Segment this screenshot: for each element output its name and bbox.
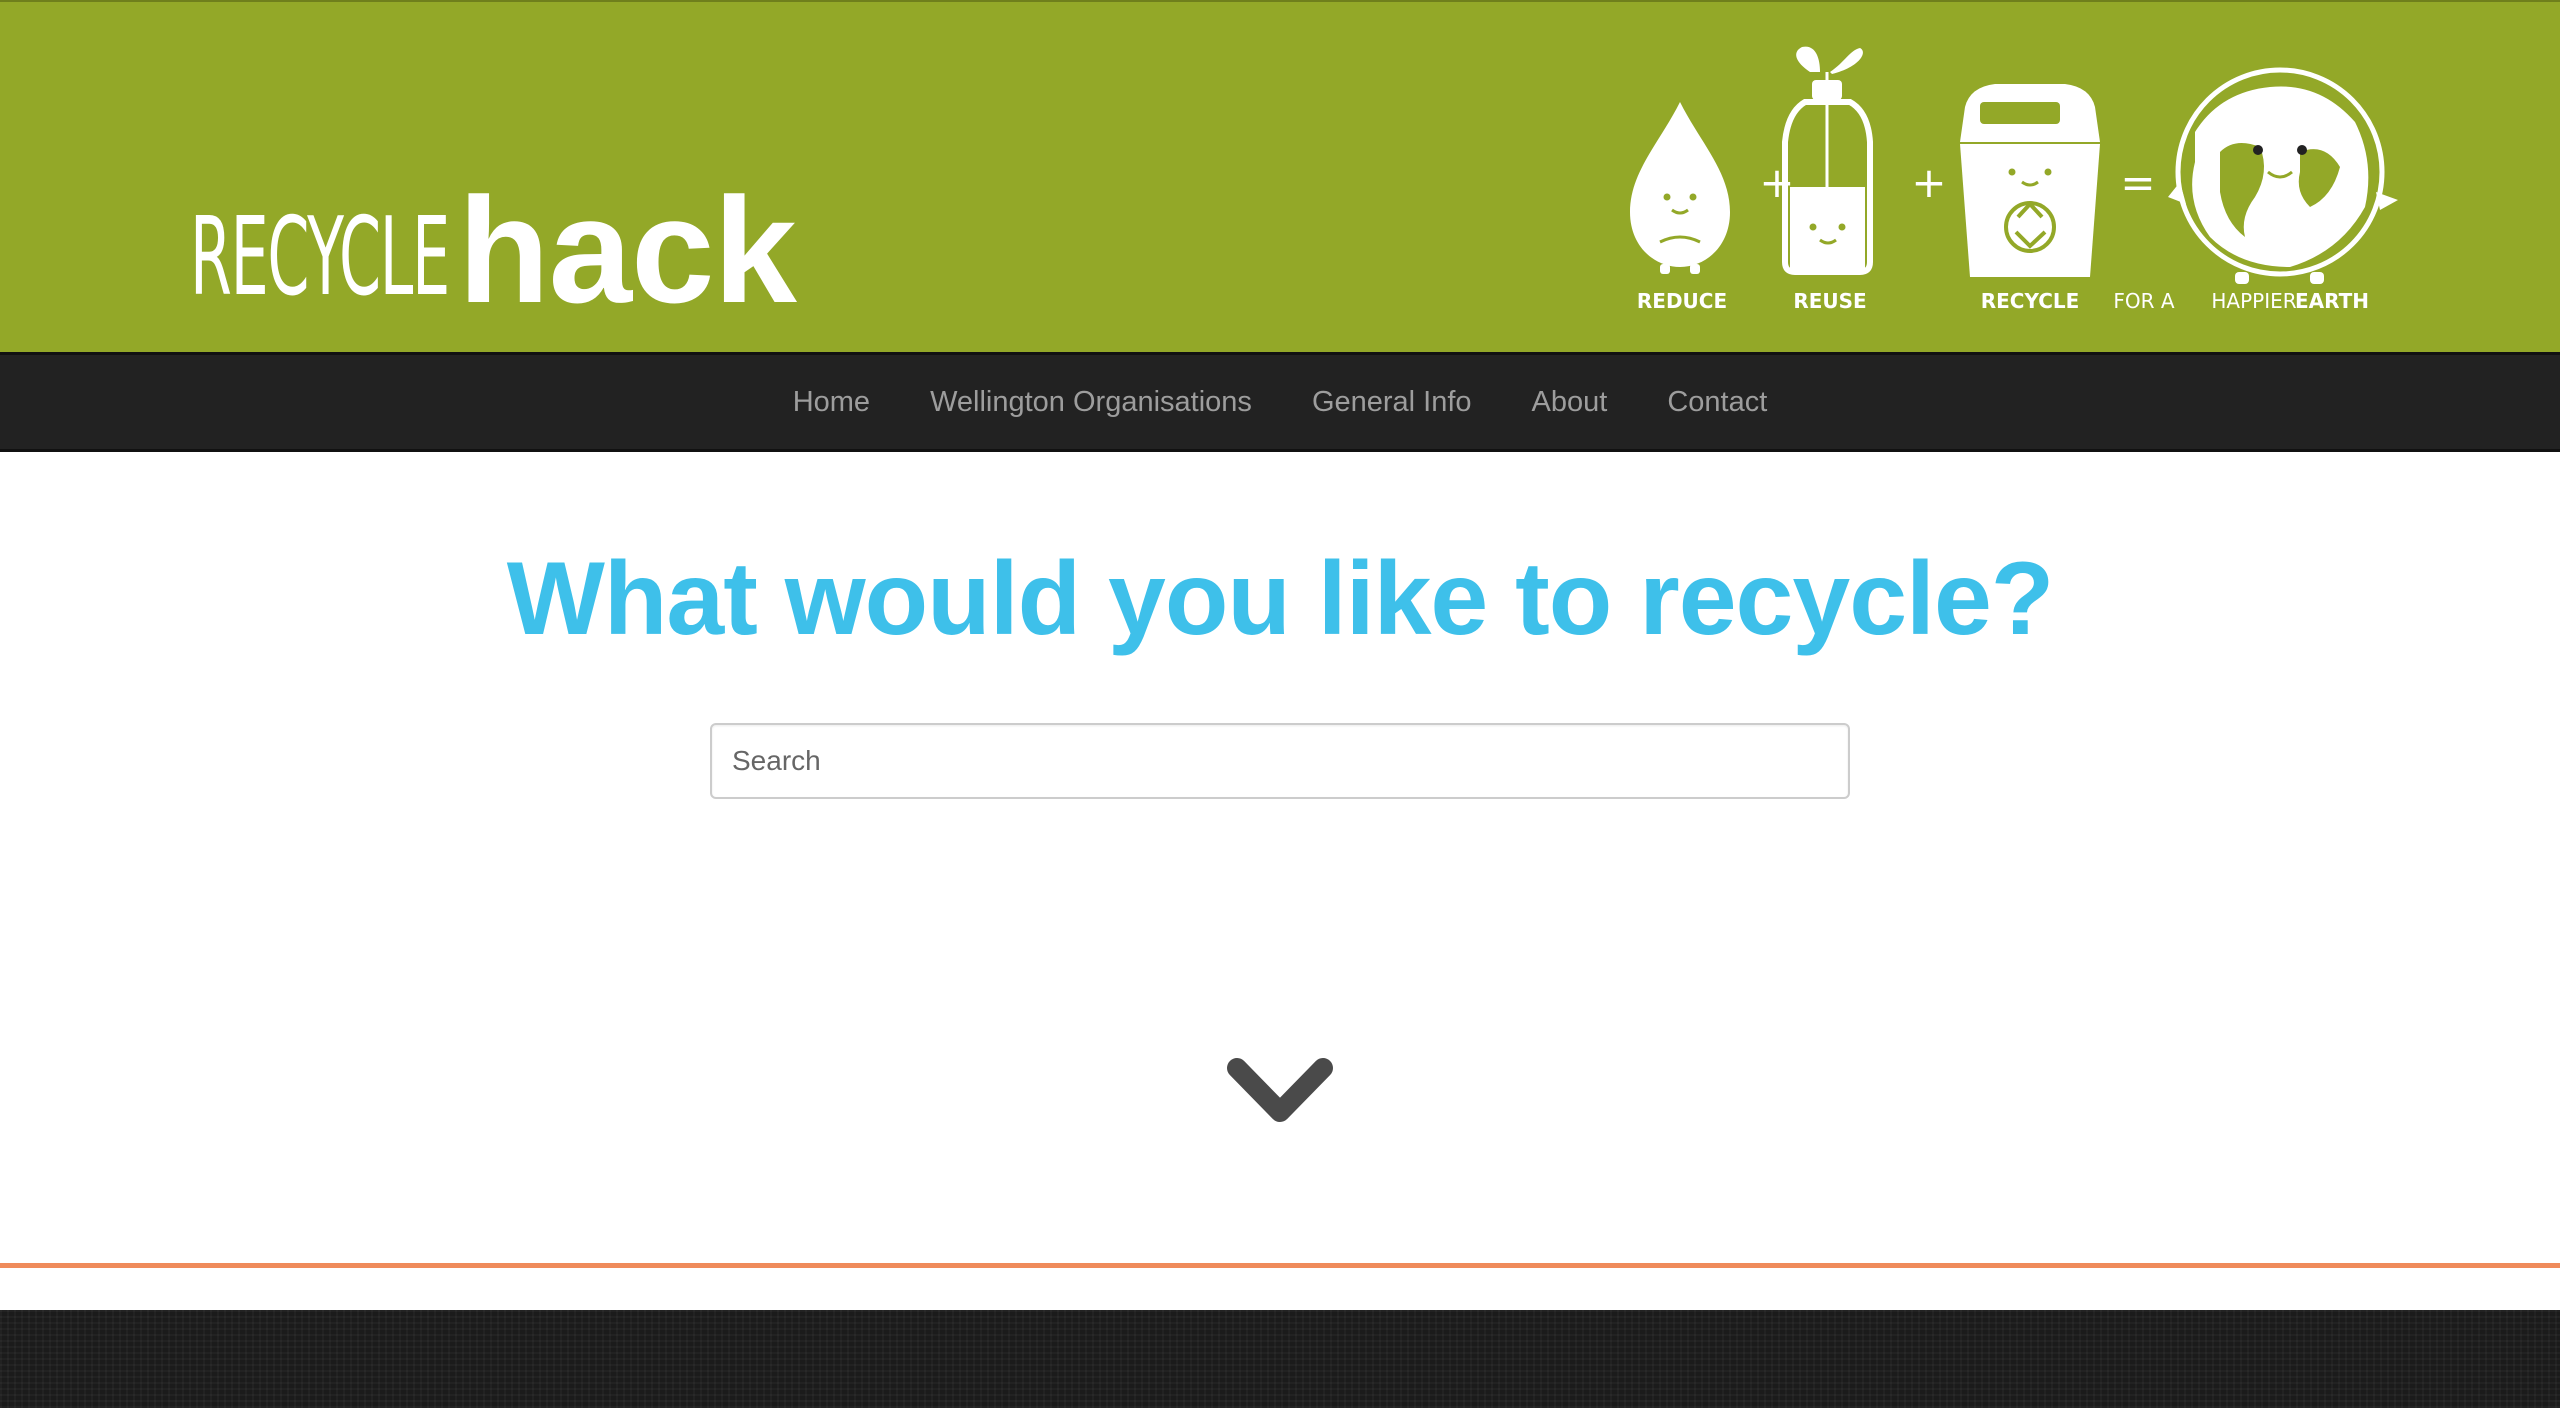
plus-sign-2: + <box>1911 158 1946 207</box>
nav-item-general-info[interactable]: General Info <box>1312 386 1472 419</box>
site-header: RECYCLE hack + + = REDUCE REUSE RECYCLE … <box>0 0 2560 352</box>
banner-recycle-label: RECYCLE <box>1981 289 2080 313</box>
nav-item-about[interactable]: About <box>1532 386 1608 419</box>
plus-sign-1: + <box>1759 158 1794 207</box>
bottle-sprout-icon <box>1782 46 1873 275</box>
water-drop-icon <box>1630 102 1730 274</box>
nav-item-contact[interactable]: Contact <box>1667 386 1767 419</box>
banner-for-a-label: FOR A <box>2113 289 2175 313</box>
main-navigation: Home Wellington Organisations General In… <box>0 352 2560 452</box>
page-title: What would you like to recycle? <box>506 541 2055 657</box>
chevron-down-icon[interactable] <box>1225 1050 1335 1130</box>
logo-recycle-text: RECYCLE <box>190 195 450 320</box>
equals-sign: = <box>2120 158 2155 207</box>
recycling-bin-icon <box>1960 84 2100 277</box>
banner-happier-label: HAPPIER <box>2211 289 2296 313</box>
banner-earth-label: EARTH <box>2295 289 2369 313</box>
section-divider <box>0 1263 2560 1268</box>
nav-item-wellington-organisations[interactable]: Wellington Organisations <box>930 386 1252 419</box>
search-input[interactable] <box>710 723 1850 799</box>
site-logo[interactable]: RECYCLE hack <box>190 166 797 334</box>
nav-item-home[interactable]: Home <box>793 386 870 419</box>
logo-hack-text: hack <box>458 166 797 334</box>
happy-earth-icon <box>2168 67 2398 284</box>
banner-reuse-label: REUSE <box>1793 289 1866 313</box>
footer-band <box>0 1310 2560 1408</box>
search-container <box>710 723 1850 799</box>
reduce-reuse-recycle-banner: + + = REDUCE REUSE RECYCLE FOR A HAPPIER… <box>1620 32 2410 322</box>
banner-reduce-label: REDUCE <box>1637 289 1727 313</box>
